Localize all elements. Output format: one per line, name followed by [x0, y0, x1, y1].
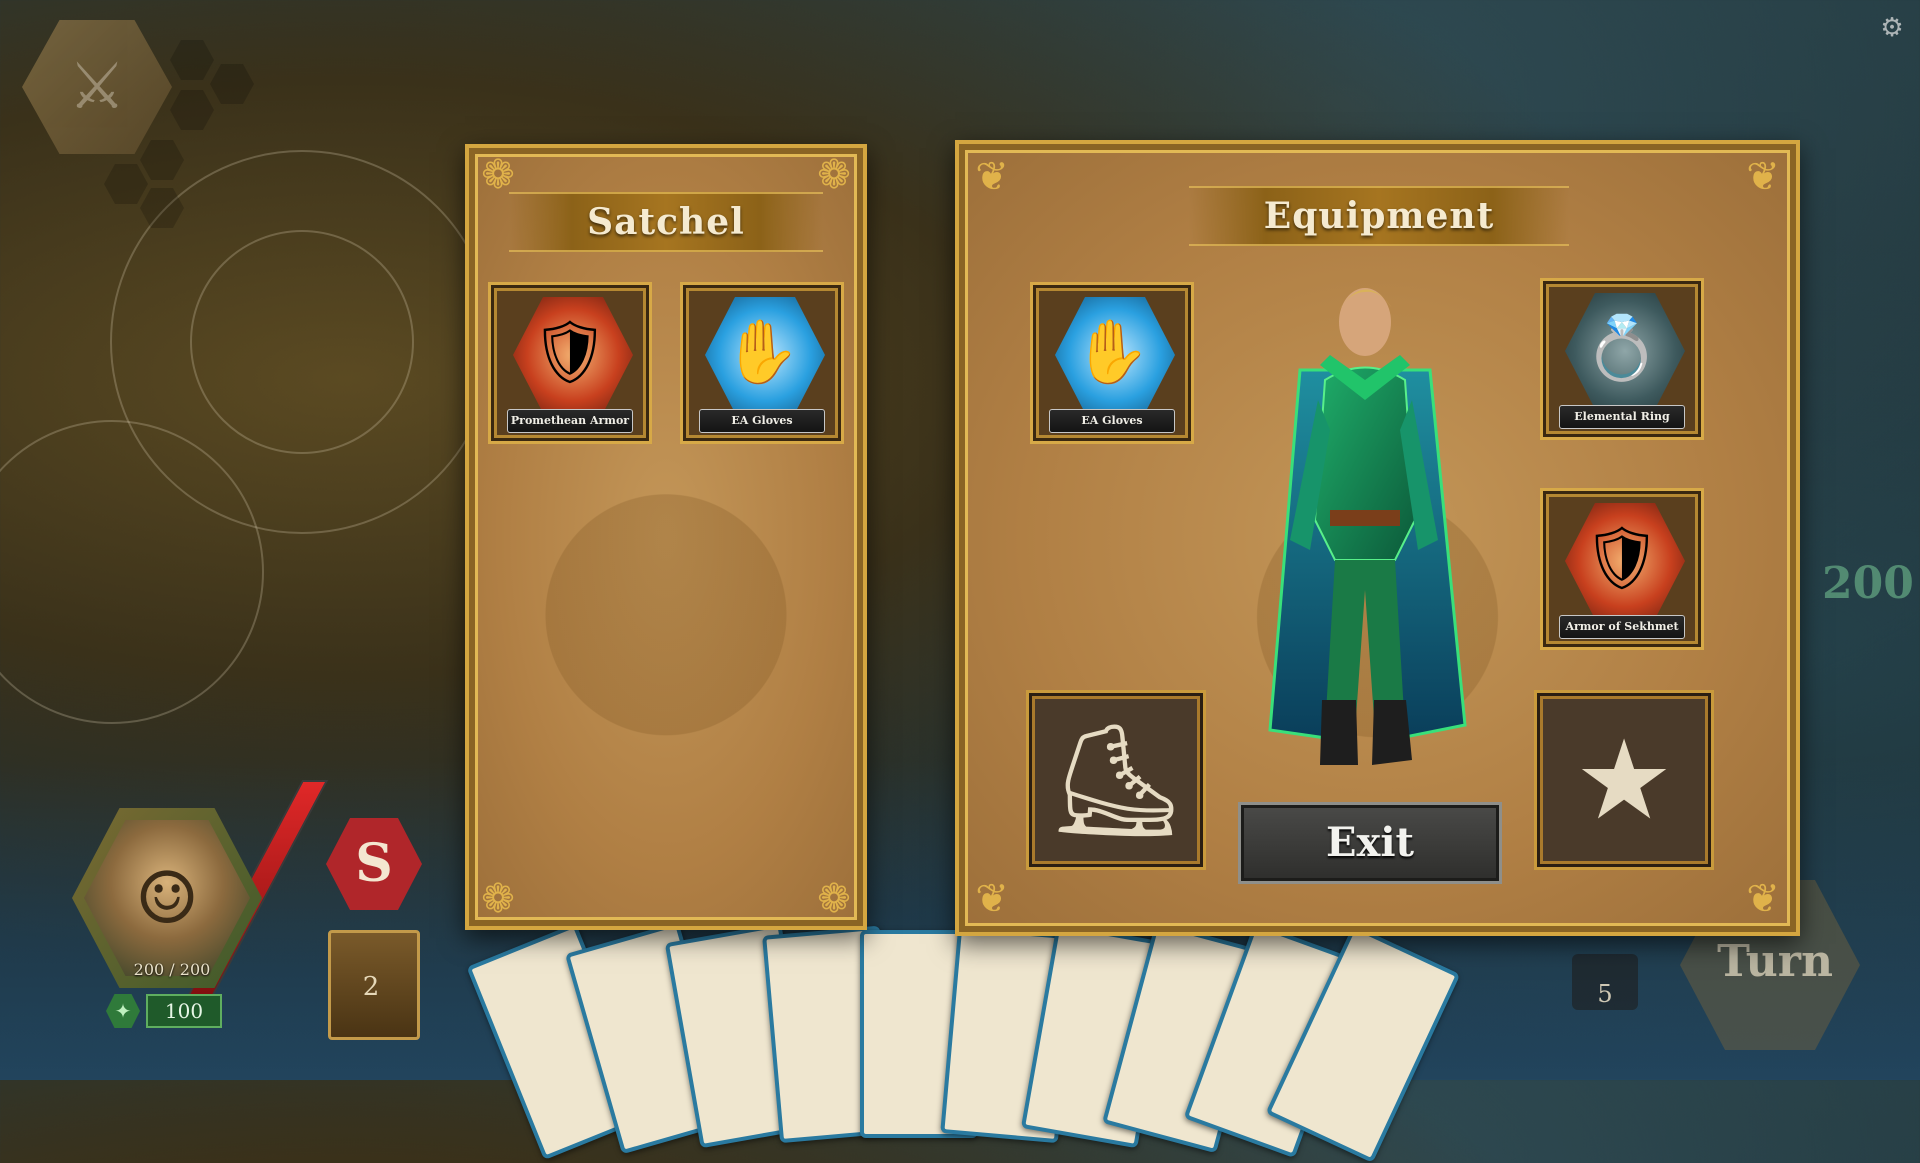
hex-grid-decoration: [104, 164, 148, 204]
corner-ornament-icon: ❦: [1746, 876, 1780, 922]
enemy-hp-readout: 200: [1822, 558, 1914, 609]
armor-icon: 🛡: [1582, 521, 1662, 594]
equipment-slot-ring[interactable]: 💍 Elemental Ring: [1540, 278, 1704, 440]
corner-ornament-icon: ❦: [1746, 154, 1780, 200]
satchel-item-ea-gloves[interactable]: ✋ EA Gloves: [680, 282, 844, 444]
mana-value: 100: [146, 994, 222, 1028]
hero-figure: [1268, 288, 1467, 765]
corner-ornament-icon: ❦: [975, 876, 1009, 922]
equipment-title: Equipment: [1263, 195, 1495, 237]
draw-deck-count: 2: [362, 972, 380, 1002]
item-name-label: EA Gloves: [699, 409, 825, 433]
item-name-label: Promethean Armor: [507, 409, 633, 433]
hero-health-text: 200 / 200: [133, 960, 211, 979]
item-name-label: Armor of Sekhmet: [1559, 615, 1685, 639]
faction-emblem[interactable]: ⚔: [22, 20, 172, 154]
equipment-slot-boots-empty[interactable]: ⛸: [1026, 690, 1206, 870]
corner-ornament-icon: ❁: [481, 876, 515, 922]
hex-grid-decoration: [140, 140, 184, 180]
satchel-item-promethean-armor[interactable]: 🛡 Promethean Armor: [488, 282, 652, 444]
item-name-label: Elemental Ring: [1559, 405, 1685, 429]
discard-pile-count[interactable]: 5: [1572, 954, 1638, 1010]
star-icon: ★: [1574, 716, 1674, 844]
boot-icon: ⛸: [1046, 716, 1186, 844]
exit-button[interactable]: Exit: [1238, 802, 1502, 884]
hero-face-icon: ☺: [134, 856, 200, 940]
hex-grid-decoration: [210, 64, 254, 104]
equipment-slot-armor[interactable]: 🛡 Armor of Sekhmet: [1540, 488, 1704, 650]
satchel-title: Satchel: [587, 201, 745, 243]
mana-icon: ✦: [106, 994, 140, 1028]
item-name-label: EA Gloves: [1049, 409, 1175, 433]
gauntlet-icon: ✋: [1073, 315, 1151, 388]
equipment-slot-hands[interactable]: ✋ EA Gloves: [1030, 282, 1194, 444]
map-swirl-decoration: [190, 230, 414, 454]
hex-grid-decoration: [170, 90, 214, 130]
equipment-title-banner: Equipment: [1189, 186, 1569, 246]
ring-icon: 💍: [1583, 311, 1661, 384]
gauntlet-icon: ✋: [723, 315, 801, 388]
corner-ornament-icon: ❦: [975, 154, 1009, 200]
armor-icon: 🛡: [530, 315, 610, 388]
end-turn-label[interactable]: Turn: [1700, 936, 1850, 987]
equipment-slot-trinket-empty[interactable]: ★: [1534, 690, 1714, 870]
satchel-title-banner: Satchel: [509, 192, 823, 252]
satchel-panel: ❁ ❁ ❁ ❁ Satchel: [465, 144, 867, 930]
hex-grid-decoration: [170, 40, 214, 80]
mana-display: ✦ 100: [106, 994, 226, 1028]
shield-icon: ⚔: [68, 50, 126, 124]
corner-ornament-icon: ❁: [817, 876, 851, 922]
settings-gear-icon[interactable]: ⚙: [1878, 14, 1906, 42]
